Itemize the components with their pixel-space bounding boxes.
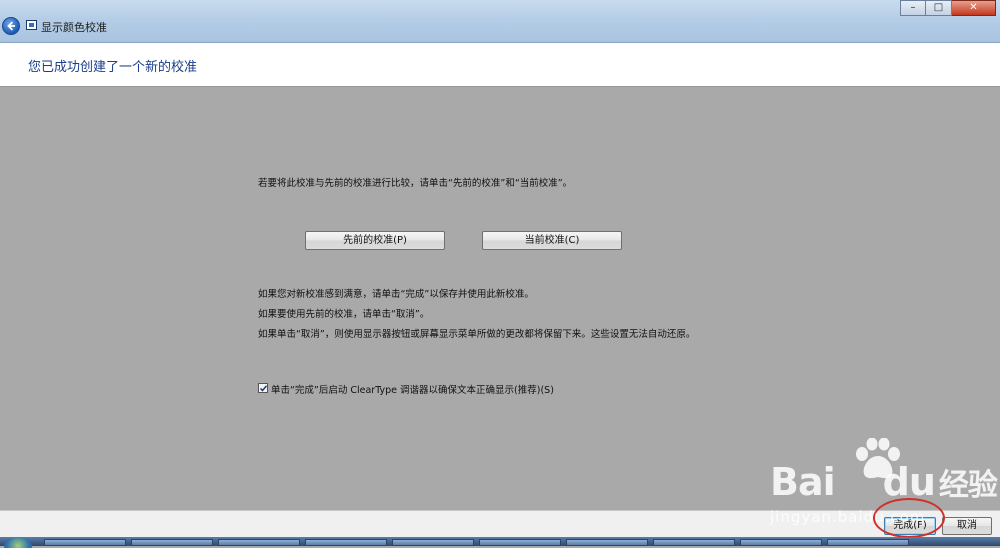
previous-calibration-button[interactable]: 先前的校准(P) (305, 231, 445, 250)
taskbar-item[interactable] (44, 539, 126, 546)
back-arrow-icon[interactable] (2, 17, 20, 35)
cancel-warning: 如果单击“取消”，则使用显示器按钮或屏幕显示菜单所做的更改都将保留下来。这些设置… (258, 329, 696, 340)
maximize-icon[interactable]: □ (926, 0, 952, 16)
satisfied-instruction: 如果您对新校准感到满意，请单击“完成”以保存并使用此新校准。 (258, 289, 534, 300)
baidu-paw-icon (856, 438, 900, 479)
footer-bar: 完成(F) 取消 (0, 510, 1000, 538)
taskbar-item[interactable] (392, 539, 474, 546)
cleartype-checkbox-label[interactable]: 单击“完成”后启动 ClearType 调谐器以确保文本正确显示(推荐)(S) (271, 382, 554, 396)
start-orb-icon[interactable] (4, 538, 32, 548)
taskbar-item[interactable] (566, 539, 648, 546)
window-title: 显示颜色校准 (41, 21, 107, 34)
compare-instruction: 若要将此校准与先前的校准进行比较，请单击“先前的校准”和“当前校准”。 (258, 178, 573, 189)
highlight-ring (873, 498, 945, 538)
cleartype-checkbox[interactable] (258, 383, 268, 393)
taskbar (0, 537, 1000, 548)
title-bar: 显示颜色校准 – □ ✕ (0, 0, 1000, 43)
display-icon (26, 20, 37, 30)
taskbar-item[interactable] (653, 539, 735, 546)
window-controls: – □ ✕ (900, 0, 996, 16)
taskbar-item[interactable] (131, 539, 213, 546)
minimize-icon[interactable]: – (900, 0, 926, 16)
current-calibration-button[interactable]: 当前校准(C) (482, 231, 622, 250)
taskbar-item[interactable] (740, 539, 822, 546)
close-icon[interactable]: ✕ (952, 0, 996, 16)
taskbar-item[interactable] (479, 539, 561, 546)
page-title: 您已成功创建了一个新的校准 (28, 60, 198, 75)
baidu-logo-text: Bai du 经验 (770, 460, 998, 504)
use-previous-instruction: 如果要使用先前的校准，请单击“取消”。 (258, 309, 430, 320)
page-header: 您已成功创建了一个新的校准 (0, 43, 1000, 87)
cancel-button[interactable]: 取消 (942, 517, 992, 535)
taskbar-item[interactable] (218, 539, 300, 546)
taskbar-item[interactable] (305, 539, 387, 546)
taskbar-item[interactable] (827, 539, 909, 546)
